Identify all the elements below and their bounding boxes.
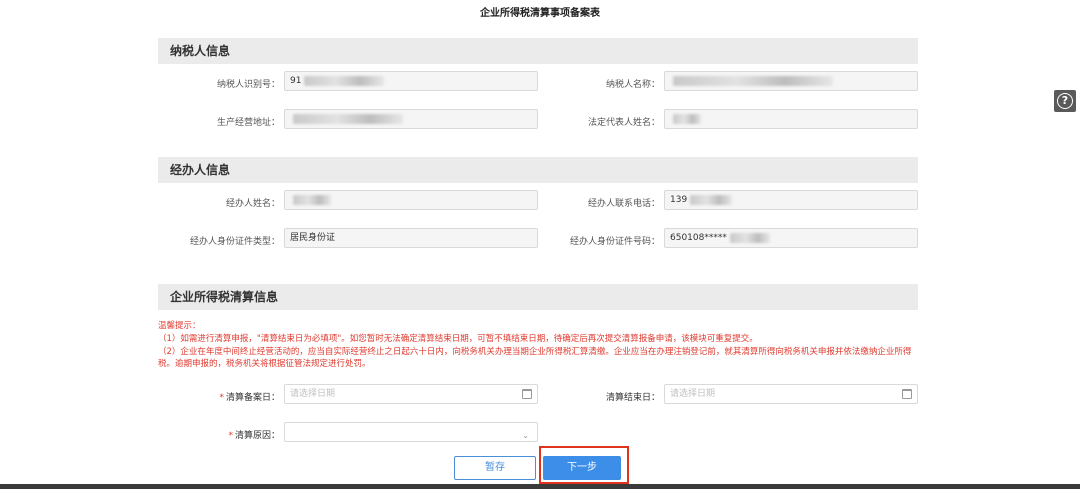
address-label: 生产经营地址： — [216, 118, 280, 128]
redacted-block — [293, 194, 331, 205]
agent-section-header: 经办人信息 — [158, 157, 918, 183]
agent-id-number-value: 650108***** — [670, 233, 727, 243]
agent-id-number-label: 经办人身份证件号码： — [569, 237, 660, 247]
end-date-placeholder: 请选择日期 — [670, 389, 716, 399]
filing-form-page: 企业所得税清算事项备案表 纳税人信息 纳税人识别号： 91 纳税人名称： 生产经… — [0, 0, 1080, 489]
highlight-annotation-box — [539, 446, 629, 484]
notice-item-2: （2）企业在年度中间终止经营活动的，应当自实际经营终止之日起六十日内，向税务机关… — [158, 347, 912, 369]
redacted-block — [673, 75, 833, 86]
taxpayer-id-value: 91 — [290, 76, 302, 86]
taxpayer-name-field — [664, 71, 918, 91]
end-date-label: 清算结束日： — [605, 393, 660, 403]
agent-id-type-value: 居民身份证 — [290, 233, 336, 243]
bottom-bar — [0, 484, 1080, 489]
agent-id-type-label: 经办人身份证件类型： — [189, 237, 280, 247]
chevron-down-icon: ⌄ — [522, 431, 529, 440]
calendar-icon[interactable] — [902, 389, 912, 399]
redacted-block — [690, 194, 733, 205]
required-mark: * — [219, 393, 224, 403]
redacted-block — [293, 113, 403, 124]
required-mark: * — [228, 431, 233, 441]
save-draft-button[interactable]: 暂存 — [454, 456, 536, 480]
taxpayer-name-label: 纳税人名称： — [605, 80, 660, 90]
help-button[interactable]: ? — [1054, 90, 1076, 112]
redacted-block — [304, 75, 385, 86]
redacted-block — [673, 113, 701, 124]
question-circle-icon: ? — [1057, 93, 1073, 109]
notice-title: 温馨提示： — [158, 321, 201, 331]
agent-id-number-field: 650108***** — [664, 228, 918, 248]
legal-rep-field — [664, 109, 918, 129]
reason-label: * 清算原因： — [228, 431, 280, 441]
taxpayer-section-header: 纳税人信息 — [158, 38, 918, 64]
filing-date-label: * 清算备案日： — [219, 393, 280, 403]
agent-name-label: 经办人姓名： — [225, 199, 280, 209]
page-title: 企业所得税清算事项备案表 — [480, 8, 600, 19]
agent-phone-value: 139 — [670, 195, 688, 205]
taxpayer-id-label: 纳税人识别号： — [216, 80, 280, 90]
end-date-picker[interactable]: 请选择日期 — [664, 384, 918, 404]
legal-rep-label: 法定代表人姓名： — [587, 118, 660, 128]
agent-phone-label: 经办人联系电话： — [587, 199, 660, 209]
redacted-block — [729, 232, 770, 243]
liquidation-section-header: 企业所得税清算信息 — [158, 284, 918, 310]
reason-select[interactable]: ⌄ — [284, 422, 538, 442]
notice-item-1: （1）如需进行清算申报，"清算结束日为必填项"。如您暂时无法确定清算结束日期，可… — [158, 334, 758, 344]
filing-date-placeholder: 请选择日期 — [290, 389, 336, 399]
agent-phone-field: 139 — [664, 190, 918, 210]
